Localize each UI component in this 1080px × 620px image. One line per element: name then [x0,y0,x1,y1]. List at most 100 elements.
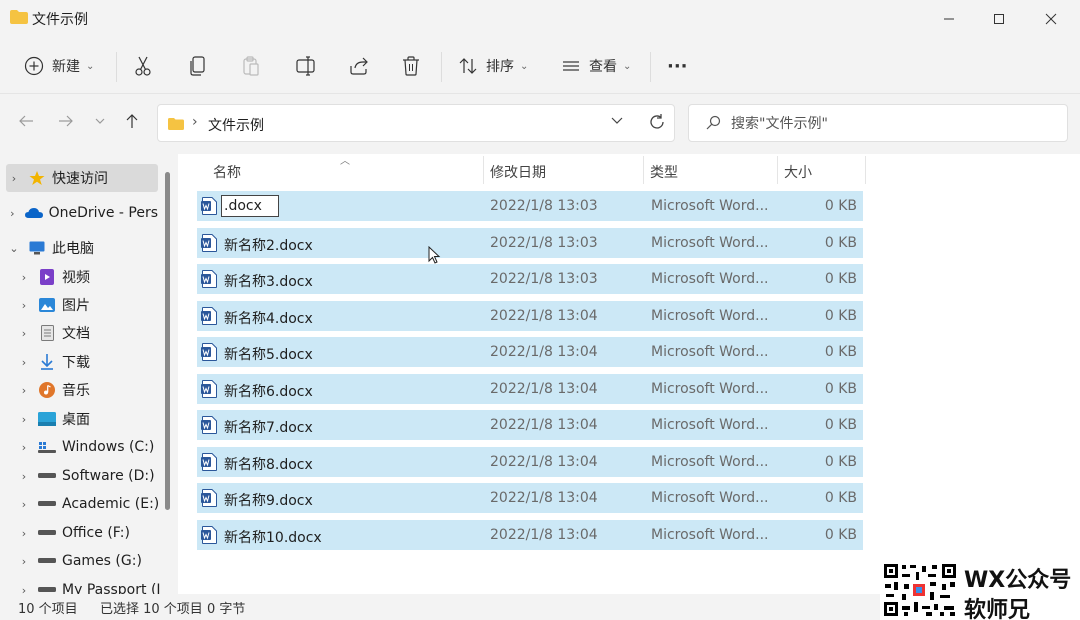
rename-input[interactable]: .docx [221,195,279,217]
download-icon [38,354,56,370]
column-divider[interactable] [483,156,484,184]
address-bar[interactable]: › 文件示例 [157,104,675,142]
chevron-right-icon[interactable]: › [16,384,32,397]
chevron-right-icon[interactable]: › [6,172,22,185]
file-row[interactable]: 新名称5.docx 2022/1/8 13:04 Microsoft Word...… [197,337,863,367]
view-button[interactable]: 查看 ⌄ [561,50,631,82]
sidebar-scrollbar[interactable] [165,172,170,510]
chevron-right-icon[interactable]: › [16,271,32,284]
refresh-button[interactable] [648,113,666,135]
folder-icon [10,10,28,24]
chevron-right-icon[interactable]: › [6,207,19,220]
address-dropdown-button[interactable] [610,114,624,132]
word-document-icon [201,416,217,434]
file-name: 新名称3.docx [224,274,313,290]
file-row[interactable]: 新名称8.docx 2022/1/8 13:04 Microsoft Word...… [197,446,863,477]
chevron-right-icon[interactable]: › [16,527,32,540]
file-size: 0 KB [824,490,857,506]
chevron-right-icon[interactable]: › [16,441,32,454]
sidebar-item-drive-i[interactable]: › My Passport (I [16,576,168,594]
up-button[interactable] [124,113,140,134]
view-label: 查看 [589,59,617,75]
copy-button[interactable] [188,50,208,82]
breadcrumb-current[interactable]: 文件示例 [208,115,264,135]
file-row[interactable]: 新名称9.docx 2022/1/8 13:04 Microsoft Word...… [197,483,863,513]
arrow-right-icon [59,115,73,127]
more-icon: ··· [667,55,688,77]
sidebar-item-label: OneDrive - Pers [48,205,158,221]
sidebar-item-quick-access[interactable]: › 快速访问 [6,164,158,192]
column-divider[interactable] [643,156,644,184]
search-box[interactable] [688,104,1068,142]
sidebar-item-music[interactable]: › 音乐 [16,376,168,404]
sidebar-item-desktop[interactable]: › 桌面 [16,405,168,433]
chevron-right-icon[interactable]: › [16,470,32,483]
share-button[interactable] [348,50,370,82]
sidebar-item-pictures[interactable]: › 图片 [16,291,168,319]
word-document-icon [201,525,217,544]
document-icon [38,325,56,341]
chevron-right-icon[interactable]: › [16,327,32,340]
sidebar-item-this-pc[interactable]: ⌄ 此电脑 [6,234,158,262]
sidebar-item-videos[interactable]: › 视频 [16,263,168,291]
rename-button[interactable] [295,50,317,82]
file-row[interactable]: 新名称4.docx 2022/1/8 13:04 Microsoft Word...… [197,300,863,331]
chevron-right-icon[interactable]: › [16,356,32,369]
maximize-button[interactable] [974,0,1024,38]
close-button[interactable] [1026,0,1076,38]
column-header-type[interactable]: 类型 [650,162,678,182]
file-date: 2022/1/8 13:04 [490,344,598,360]
chevron-right-icon[interactable]: › [16,413,32,426]
sidebar-item-drive-d[interactable]: › Software (D:) [16,462,168,490]
cloud-icon [24,205,43,221]
file-date: 2022/1/8 13:04 [490,417,598,433]
back-button[interactable] [18,113,34,134]
sidebar-item-drive-f[interactable]: › Office (F:) [16,519,168,547]
file-date: 2022/1/8 13:03 [490,198,598,214]
file-size: 0 KB [824,307,857,324]
cut-button[interactable] [133,50,153,82]
chevron-right-icon[interactable]: › [16,584,32,595]
file-row[interactable]: 新名称10.docx 2022/1/8 13:04 Microsoft Word..… [197,519,863,550]
sidebar-item-downloads[interactable]: › 下载 [16,348,168,376]
chevron-down-icon[interactable]: ⌄ [6,242,22,255]
drive-icon [38,468,56,484]
copy-icon [190,56,205,76]
chevron-down-icon: ⌄ [623,60,632,72]
column-header-date[interactable]: 修改日期 [490,162,546,182]
maximize-icon [994,14,1004,24]
recent-locations-button[interactable] [94,113,106,134]
column-header-name[interactable]: 名称 [213,162,241,182]
sidebar-item-drive-e[interactable]: › Academic (E:) [16,490,168,518]
file-size: 0 KB [824,417,857,433]
column-divider[interactable] [777,156,778,184]
file-size: 0 KB [824,380,857,397]
sidebar-item-label: 视频 [62,270,90,286]
file-row[interactable]: 新名称7.docx 2022/1/8 13:04 Microsoft Word...… [197,410,863,440]
drive-icon [38,553,56,569]
window-title: 文件示例 [32,12,88,28]
file-row[interactable]: 新名称2.docx 2022/1/8 13:03 Microsoft Word...… [197,227,863,258]
column-header-size[interactable]: 大小 [784,162,812,182]
minimize-button[interactable] [924,0,974,38]
sort-button[interactable]: 排序 ⌄ [458,50,528,82]
new-button[interactable]: 新建 ⌄ [24,50,94,82]
file-row[interactable]: 新名称6.docx 2022/1/8 13:04 Microsoft Word...… [197,373,863,404]
file-row[interactable]: 新名称3.docx 2022/1/8 13:03 Microsoft Word...… [197,264,863,294]
forward-button[interactable] [58,113,74,134]
delete-button[interactable] [401,50,421,82]
chevron-right-icon[interactable]: › [16,299,32,312]
chevron-right-icon[interactable]: › [16,555,32,568]
chevron-right-icon[interactable]: › [16,498,32,511]
search-input[interactable] [731,113,1051,135]
sidebar-item-drive-g[interactable]: › Games (G:) [16,547,168,575]
file-row[interactable]: .docx 2022/1/8 13:03 Microsoft Word... 0 KB [197,191,863,221]
paste-button[interactable] [241,50,261,82]
column-divider[interactable] [865,156,866,184]
more-button[interactable]: ··· [667,50,688,82]
sidebar-item-label: 此电脑 [52,241,94,257]
sidebar-item-onedrive[interactable]: › OneDrive - Pers [6,199,158,227]
word-document-icon [201,343,217,361]
sidebar-item-drive-c[interactable]: › Windows (C:) [16,433,168,461]
sidebar-item-documents[interactable]: › 文档 [16,319,168,347]
